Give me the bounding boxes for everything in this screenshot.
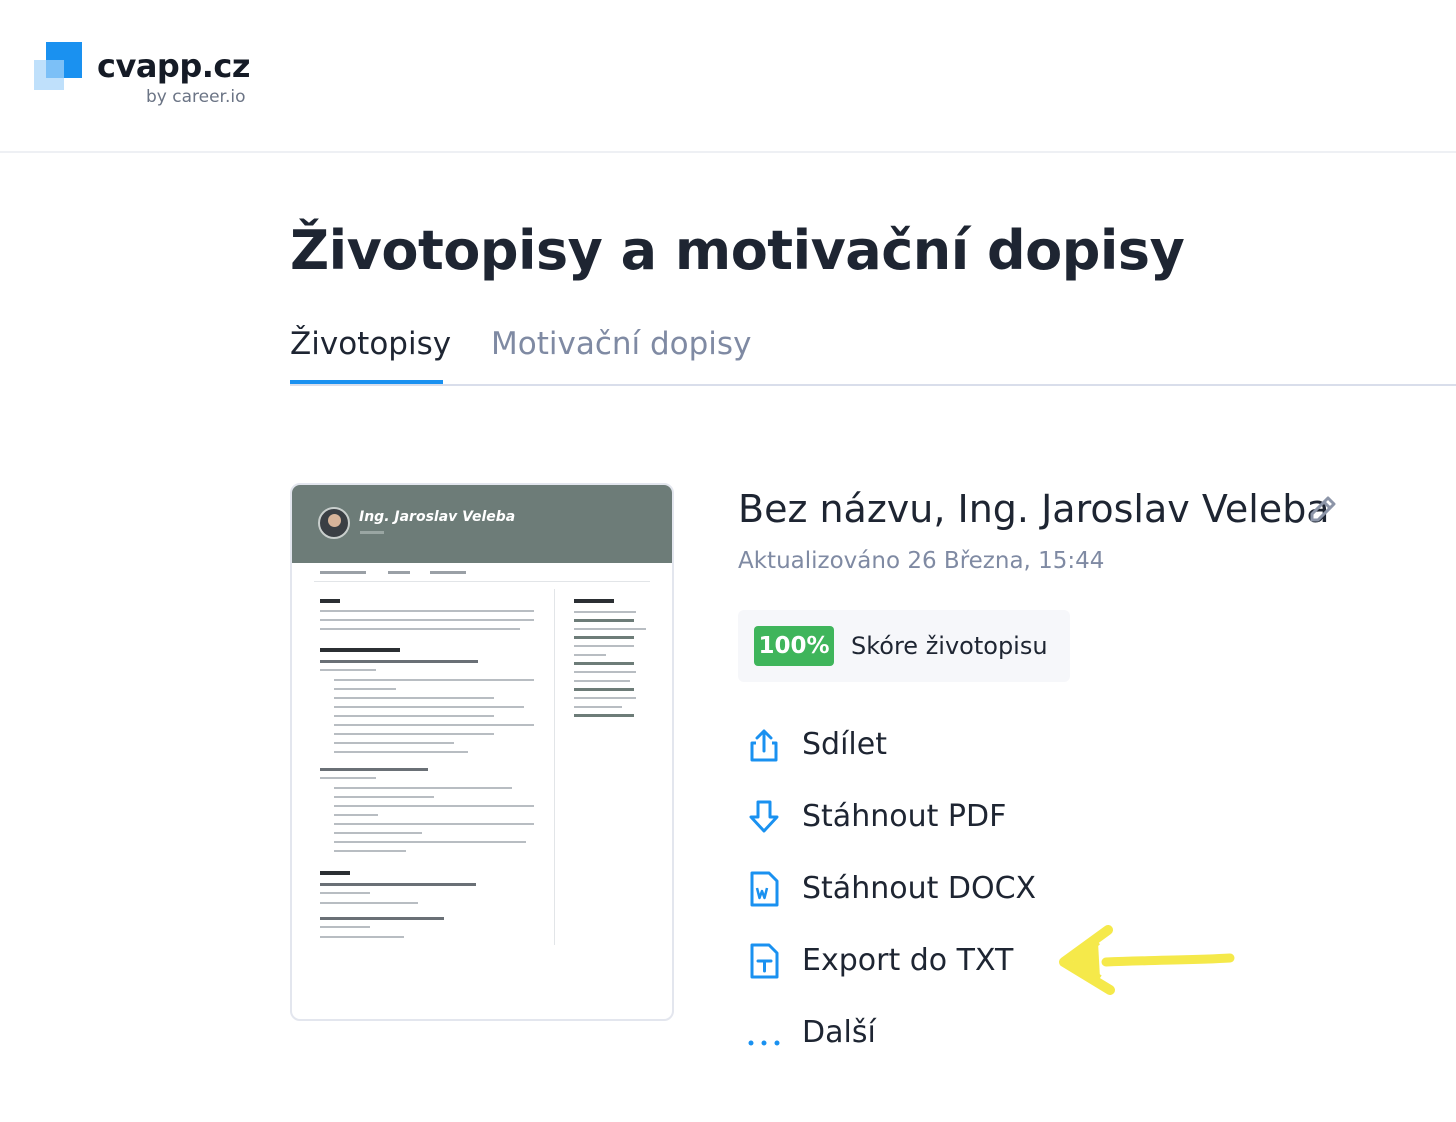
tab-resumes[interactable]: Životopisy	[290, 322, 451, 366]
download-pdf-button[interactable]: Stáhnout PDF	[740, 789, 1160, 845]
download-docx-label: Stáhnout DOCX	[802, 871, 1037, 906]
tab-bar: Životopisy Motivační dopisy	[290, 318, 1456, 386]
document-title: Bez názvu, Ing. Jaroslav Veleba	[738, 487, 1330, 531]
score-label: Skóre životopisu	[851, 632, 1048, 660]
more-dots-icon	[748, 1040, 780, 1046]
more-label: Další	[802, 1015, 876, 1050]
score-badge: 100%	[754, 626, 834, 666]
resume-score[interactable]: 100% Skóre životopisu	[738, 610, 1070, 682]
yellow-arrow-icon	[1059, 925, 1235, 995]
share-button[interactable]: Sdílet	[740, 717, 1160, 773]
preview-avatar	[318, 507, 350, 539]
more-button[interactable]: Další	[740, 1005, 1160, 1061]
tab-cover-letters[interactable]: Motivační dopisy	[491, 322, 751, 366]
download-pdf-label: Stáhnout PDF	[802, 799, 1007, 834]
download-icon	[749, 800, 779, 833]
active-tab-indicator	[290, 380, 443, 384]
share-icon	[750, 729, 778, 762]
preview-column-divider	[554, 589, 555, 945]
resume-preview-thumbnail[interactable]: Ing. Jaroslav Veleba	[290, 483, 674, 1021]
logo-subtitle: by career.io	[146, 87, 246, 107]
share-label: Sdílet	[802, 727, 887, 762]
docx-file-icon	[750, 871, 779, 907]
preview-separator	[314, 581, 650, 582]
export-txt-label: Export do TXT	[802, 943, 1014, 978]
logo-icon[interactable]	[34, 42, 82, 90]
page-title: Životopisy a motivační dopisy	[290, 219, 1185, 282]
pencil-edit-icon[interactable]	[1306, 492, 1340, 526]
top-header: cvapp.cz by career.io	[0, 0, 1456, 153]
logo-text[interactable]: cvapp.cz	[97, 46, 250, 86]
preview-name: Ing. Jaroslav Veleba	[359, 509, 516, 525]
preview-header: Ing. Jaroslav Veleba	[292, 485, 672, 563]
preview-contacts	[318, 571, 648, 574]
txt-file-icon	[750, 943, 779, 979]
preview-role-line	[360, 531, 384, 534]
last-updated-text: Aktualizováno 26 Března, 15:44	[738, 548, 1105, 574]
download-docx-button[interactable]: Stáhnout DOCX	[740, 861, 1160, 917]
